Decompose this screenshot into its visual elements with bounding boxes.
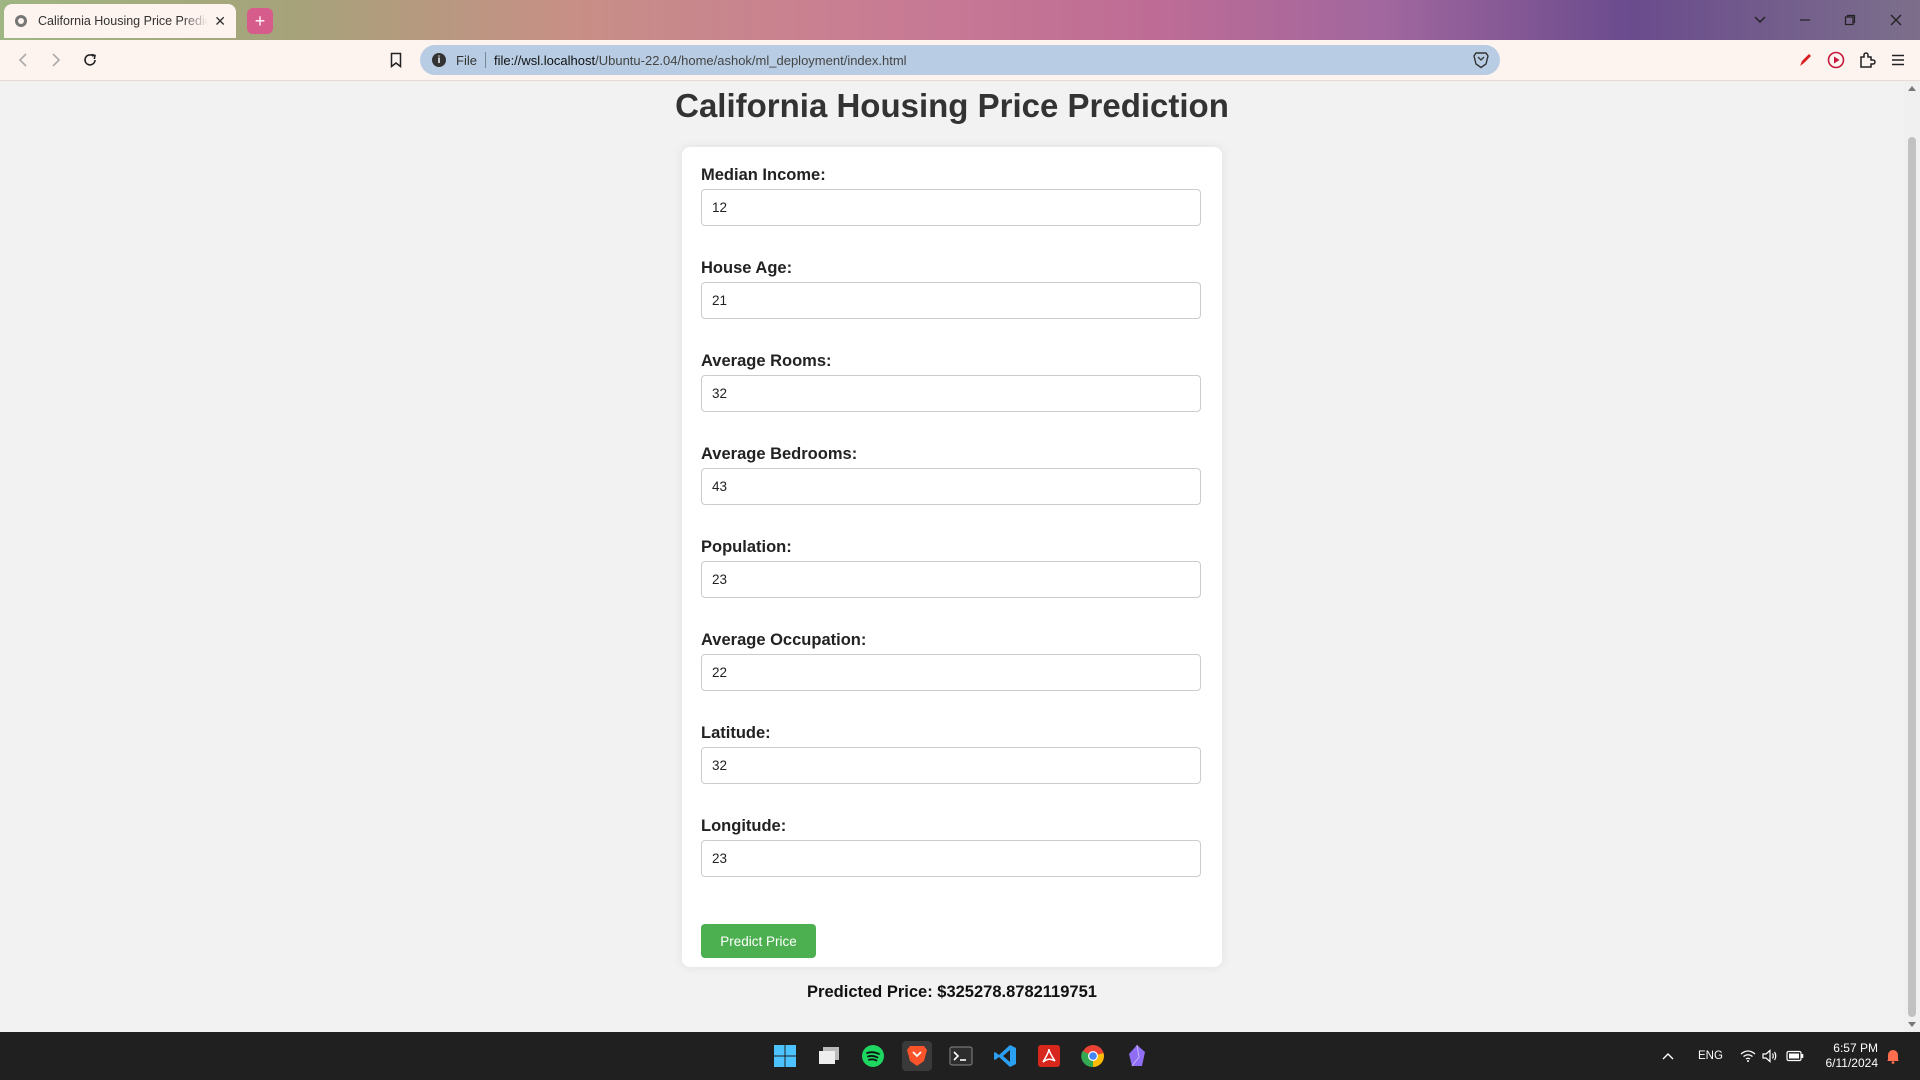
longitude-field: Longitude: [701,814,1201,877]
average-bedrooms-field: Average Bedrooms: [701,442,1201,505]
page-scrollbar[interactable] [1904,81,1920,1032]
scroll-up-arrow-icon[interactable] [1908,86,1916,91]
median-income-input[interactable] [701,189,1201,226]
brave-icon[interactable] [902,1041,932,1071]
vscode-icon[interactable] [990,1041,1020,1071]
windows-start-icon[interactable] [770,1041,800,1071]
close-tab-icon[interactable]: ✕ [214,13,226,30]
bookmark-icon[interactable] [386,50,406,70]
page-viewport: California Housing Price Prediction Medi… [0,81,1904,1032]
longitude-input[interactable] [701,840,1201,877]
tab-search-icon[interactable] [1750,10,1770,30]
clock-date: 6/11/2024 [1825,1056,1879,1070]
brave-shields-icon[interactable] [1472,51,1490,69]
population-input[interactable] [701,561,1201,598]
latitude-field: Latitude: [701,721,1201,784]
minimize-icon[interactable] [1795,10,1815,30]
task-view-icon[interactable] [814,1041,844,1071]
population-field: Population: [701,535,1201,598]
info-icon[interactable]: i [432,53,446,67]
url-separator [484,52,486,68]
house-age-input[interactable] [701,282,1201,319]
page-title: California Housing Price Prediction [675,87,1229,124]
notification-bell-icon[interactable] [1886,1032,1900,1080]
latitude-input[interactable] [701,747,1201,784]
house-age-label: House Age: [701,259,793,277]
house-age-field: House Age: [701,256,1201,319]
back-icon[interactable] [13,50,33,70]
url-path: /Ubuntu-22.04/home/ashok/ml_deployment/i… [595,52,907,68]
average-rooms-field: Average Rooms: [701,349,1201,412]
battery-icon[interactable] [1786,1032,1804,1080]
scroll-down-arrow-icon[interactable] [1908,1022,1916,1027]
url-scheme: File [456,52,477,68]
new-tab-button[interactable]: + [247,8,273,34]
terminal-icon[interactable] [946,1041,976,1071]
obsidian-icon[interactable] [1122,1041,1152,1071]
show-hidden-icons-icon[interactable] [1662,1032,1674,1080]
predicted-price-text: Predicted Price: $325278.8782119751 [807,983,1097,1001]
restore-icon[interactable] [1840,10,1860,30]
spotify-icon[interactable] [858,1041,888,1071]
page-favicon-icon [14,14,28,28]
clock[interactable]: 6:57 PM 6/11/2024 [1820,1041,1879,1071]
taskbar: ENG 6:57 PM 6/11/2024 [0,1032,1920,1080]
forward-icon[interactable] [46,50,66,70]
average-occupation-label: Average Occupation: [701,631,867,649]
population-label: Population: [701,538,792,556]
scrollbar-thumb[interactable] [1908,137,1916,1017]
pen-icon[interactable] [1795,50,1815,70]
wifi-icon[interactable] [1740,1032,1756,1080]
clock-time: 6:57 PM [1833,1041,1878,1055]
chrome-icon[interactable] [1078,1041,1108,1071]
average-bedrooms-input[interactable] [701,468,1201,505]
browser-toolbar: i File file://wsl.localhost/Ubuntu-22.04… [0,40,1920,81]
volume-icon[interactable] [1762,1032,1778,1080]
extensions-icon[interactable] [1857,50,1877,70]
close-window-icon[interactable] [1886,10,1906,30]
language-indicator[interactable]: ENG [1698,1032,1723,1080]
median-income-field: Median Income: [701,163,1201,226]
browser-tab[interactable]: California Housing Price Prediction ✕ [4,4,236,38]
media-icon[interactable] [1826,50,1846,70]
average-rooms-label: Average Rooms: [701,352,832,370]
tab-strip: California Housing Price Prediction ✕ + [0,0,1920,40]
prediction-form: Median Income: House Age: Average Rooms:… [682,147,1222,967]
acrobat-icon[interactable] [1034,1041,1064,1071]
reload-icon[interactable] [80,50,100,70]
average-occupation-field: Average Occupation: [701,628,1201,691]
tab-title: California Housing Price Prediction [38,14,209,28]
url-host: file://wsl.localhost [493,52,596,68]
average-rooms-input[interactable] [701,375,1201,412]
average-occupation-input[interactable] [701,654,1201,691]
longitude-label: Longitude: [701,817,787,835]
average-bedrooms-label: Average Bedrooms: [701,445,858,463]
address-bar[interactable]: i File file://wsl.localhost/Ubuntu-22.04… [420,45,1500,75]
median-income-label: Median Income: [701,166,826,184]
predict-price-button[interactable]: Predict Price [701,924,816,958]
latitude-label: Latitude: [701,724,771,742]
menu-icon[interactable] [1888,50,1908,70]
